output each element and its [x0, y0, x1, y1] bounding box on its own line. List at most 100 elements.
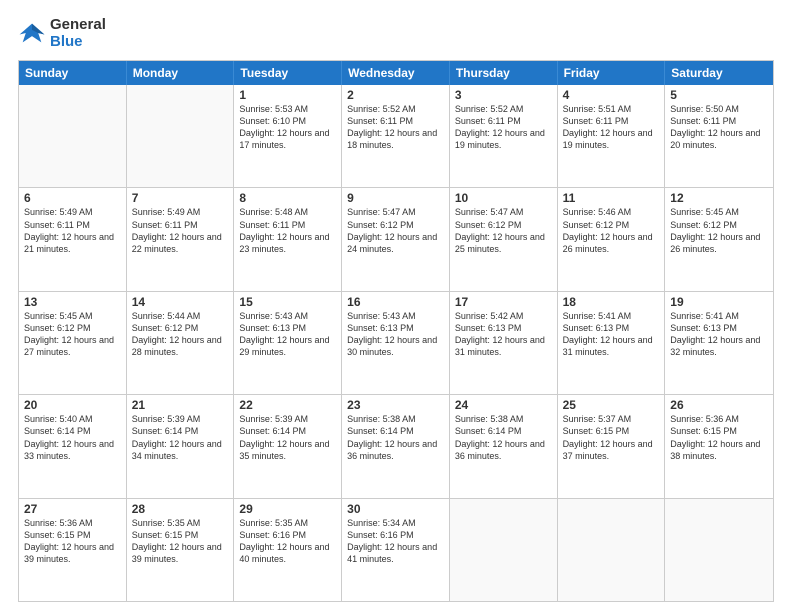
calendar-week-2: 6Sunrise: 5:49 AMSunset: 6:11 PMDaylight…: [19, 187, 773, 290]
day-number: 9: [347, 191, 444, 205]
day-header-thursday: Thursday: [450, 61, 558, 85]
day-number: 8: [239, 191, 336, 205]
day-cell-18: 18Sunrise: 5:41 AMSunset: 6:13 PMDayligh…: [558, 292, 666, 394]
day-cell-8: 8Sunrise: 5:48 AMSunset: 6:11 PMDaylight…: [234, 188, 342, 290]
day-info: Sunrise: 5:48 AMSunset: 6:11 PMDaylight:…: [239, 206, 336, 255]
calendar-body: 1Sunrise: 5:53 AMSunset: 6:10 PMDaylight…: [19, 85, 773, 601]
day-number: 5: [670, 88, 768, 102]
day-info: Sunrise: 5:49 AMSunset: 6:11 PMDaylight:…: [24, 206, 121, 255]
day-header-wednesday: Wednesday: [342, 61, 450, 85]
day-cell-30: 30Sunrise: 5:34 AMSunset: 6:16 PMDayligh…: [342, 499, 450, 601]
day-info: Sunrise: 5:52 AMSunset: 6:11 PMDaylight:…: [347, 103, 444, 152]
day-number: 15: [239, 295, 336, 309]
day-header-saturday: Saturday: [665, 61, 773, 85]
day-info: Sunrise: 5:47 AMSunset: 6:12 PMDaylight:…: [455, 206, 552, 255]
day-number: 13: [24, 295, 121, 309]
day-cell-9: 9Sunrise: 5:47 AMSunset: 6:12 PMDaylight…: [342, 188, 450, 290]
day-number: 3: [455, 88, 552, 102]
day-info: Sunrise: 5:36 AMSunset: 6:15 PMDaylight:…: [24, 517, 121, 566]
day-info: Sunrise: 5:36 AMSunset: 6:15 PMDaylight:…: [670, 413, 768, 462]
day-header-monday: Monday: [127, 61, 235, 85]
day-info: Sunrise: 5:45 AMSunset: 6:12 PMDaylight:…: [670, 206, 768, 255]
day-info: Sunrise: 5:42 AMSunset: 6:13 PMDaylight:…: [455, 310, 552, 359]
day-number: 21: [132, 398, 229, 412]
day-number: 14: [132, 295, 229, 309]
day-info: Sunrise: 5:53 AMSunset: 6:10 PMDaylight:…: [239, 103, 336, 152]
empty-cell: [450, 499, 558, 601]
day-number: 11: [563, 191, 660, 205]
day-info: Sunrise: 5:46 AMSunset: 6:12 PMDaylight:…: [563, 206, 660, 255]
day-cell-2: 2Sunrise: 5:52 AMSunset: 6:11 PMDaylight…: [342, 85, 450, 187]
day-cell-13: 13Sunrise: 5:45 AMSunset: 6:12 PMDayligh…: [19, 292, 127, 394]
day-cell-22: 22Sunrise: 5:39 AMSunset: 6:14 PMDayligh…: [234, 395, 342, 497]
empty-cell: [19, 85, 127, 187]
day-info: Sunrise: 5:47 AMSunset: 6:12 PMDaylight:…: [347, 206, 444, 255]
day-number: 23: [347, 398, 444, 412]
day-info: Sunrise: 5:39 AMSunset: 6:14 PMDaylight:…: [132, 413, 229, 462]
calendar-week-4: 20Sunrise: 5:40 AMSunset: 6:14 PMDayligh…: [19, 394, 773, 497]
day-number: 19: [670, 295, 768, 309]
day-cell-16: 16Sunrise: 5:43 AMSunset: 6:13 PMDayligh…: [342, 292, 450, 394]
day-info: Sunrise: 5:41 AMSunset: 6:13 PMDaylight:…: [563, 310, 660, 359]
day-info: Sunrise: 5:35 AMSunset: 6:15 PMDaylight:…: [132, 517, 229, 566]
day-cell-14: 14Sunrise: 5:44 AMSunset: 6:12 PMDayligh…: [127, 292, 235, 394]
empty-cell: [127, 85, 235, 187]
day-info: Sunrise: 5:41 AMSunset: 6:13 PMDaylight:…: [670, 310, 768, 359]
day-number: 24: [455, 398, 552, 412]
day-cell-1: 1Sunrise: 5:53 AMSunset: 6:10 PMDaylight…: [234, 85, 342, 187]
day-cell-27: 27Sunrise: 5:36 AMSunset: 6:15 PMDayligh…: [19, 499, 127, 601]
day-info: Sunrise: 5:39 AMSunset: 6:14 PMDaylight:…: [239, 413, 336, 462]
calendar-week-3: 13Sunrise: 5:45 AMSunset: 6:12 PMDayligh…: [19, 291, 773, 394]
day-cell-6: 6Sunrise: 5:49 AMSunset: 6:11 PMDaylight…: [19, 188, 127, 290]
day-cell-25: 25Sunrise: 5:37 AMSunset: 6:15 PMDayligh…: [558, 395, 666, 497]
day-cell-12: 12Sunrise: 5:45 AMSunset: 6:12 PMDayligh…: [665, 188, 773, 290]
day-cell-23: 23Sunrise: 5:38 AMSunset: 6:14 PMDayligh…: [342, 395, 450, 497]
day-cell-24: 24Sunrise: 5:38 AMSunset: 6:14 PMDayligh…: [450, 395, 558, 497]
day-header-friday: Friday: [558, 61, 666, 85]
day-info: Sunrise: 5:44 AMSunset: 6:12 PMDaylight:…: [132, 310, 229, 359]
day-cell-19: 19Sunrise: 5:41 AMSunset: 6:13 PMDayligh…: [665, 292, 773, 394]
day-number: 26: [670, 398, 768, 412]
day-number: 27: [24, 502, 121, 516]
day-number: 7: [132, 191, 229, 205]
calendar-week-5: 27Sunrise: 5:36 AMSunset: 6:15 PMDayligh…: [19, 498, 773, 601]
day-header-tuesday: Tuesday: [234, 61, 342, 85]
day-info: Sunrise: 5:38 AMSunset: 6:14 PMDaylight:…: [347, 413, 444, 462]
day-number: 22: [239, 398, 336, 412]
day-cell-26: 26Sunrise: 5:36 AMSunset: 6:15 PMDayligh…: [665, 395, 773, 497]
day-info: Sunrise: 5:37 AMSunset: 6:15 PMDaylight:…: [563, 413, 660, 462]
calendar-header: SundayMondayTuesdayWednesdayThursdayFrid…: [19, 61, 773, 85]
day-cell-28: 28Sunrise: 5:35 AMSunset: 6:15 PMDayligh…: [127, 499, 235, 601]
day-number: 2: [347, 88, 444, 102]
day-number: 29: [239, 502, 336, 516]
day-info: Sunrise: 5:51 AMSunset: 6:11 PMDaylight:…: [563, 103, 660, 152]
day-number: 30: [347, 502, 444, 516]
day-cell-17: 17Sunrise: 5:42 AMSunset: 6:13 PMDayligh…: [450, 292, 558, 394]
logo-icon: [18, 19, 46, 47]
logo: General Blue: [18, 16, 106, 50]
day-info: Sunrise: 5:35 AMSunset: 6:16 PMDaylight:…: [239, 517, 336, 566]
day-info: Sunrise: 5:52 AMSunset: 6:11 PMDaylight:…: [455, 103, 552, 152]
day-number: 4: [563, 88, 660, 102]
calendar-week-1: 1Sunrise: 5:53 AMSunset: 6:10 PMDaylight…: [19, 85, 773, 187]
day-number: 6: [24, 191, 121, 205]
calendar: SundayMondayTuesdayWednesdayThursdayFrid…: [18, 60, 774, 602]
day-cell-10: 10Sunrise: 5:47 AMSunset: 6:12 PMDayligh…: [450, 188, 558, 290]
day-cell-29: 29Sunrise: 5:35 AMSunset: 6:16 PMDayligh…: [234, 499, 342, 601]
empty-cell: [558, 499, 666, 601]
day-header-sunday: Sunday: [19, 61, 127, 85]
day-cell-5: 5Sunrise: 5:50 AMSunset: 6:11 PMDaylight…: [665, 85, 773, 187]
day-cell-7: 7Sunrise: 5:49 AMSunset: 6:11 PMDaylight…: [127, 188, 235, 290]
day-number: 20: [24, 398, 121, 412]
day-info: Sunrise: 5:43 AMSunset: 6:13 PMDaylight:…: [347, 310, 444, 359]
day-number: 25: [563, 398, 660, 412]
day-number: 28: [132, 502, 229, 516]
day-number: 10: [455, 191, 552, 205]
day-info: Sunrise: 5:40 AMSunset: 6:14 PMDaylight:…: [24, 413, 121, 462]
header: General Blue: [18, 16, 774, 50]
day-number: 18: [563, 295, 660, 309]
day-cell-3: 3Sunrise: 5:52 AMSunset: 6:11 PMDaylight…: [450, 85, 558, 187]
empty-cell: [665, 499, 773, 601]
day-number: 16: [347, 295, 444, 309]
day-info: Sunrise: 5:49 AMSunset: 6:11 PMDaylight:…: [132, 206, 229, 255]
